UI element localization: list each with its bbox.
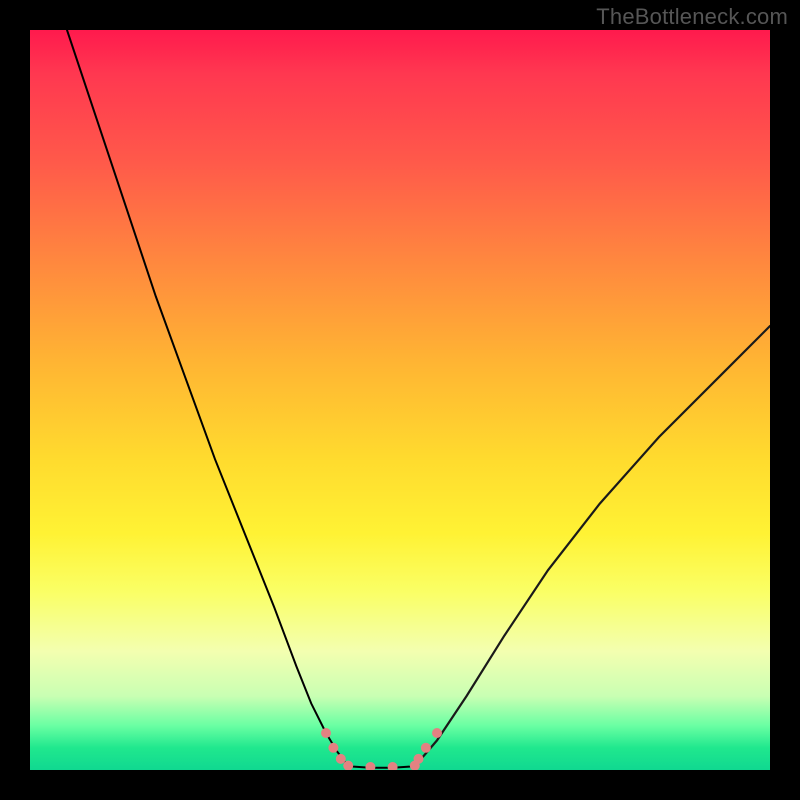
marker-dot [328, 743, 338, 753]
marker-dot [336, 754, 346, 764]
right-curve-path [415, 326, 770, 766]
watermark-text: TheBottleneck.com [596, 4, 788, 30]
left-curve-path [67, 30, 348, 766]
marker-dot [365, 762, 375, 770]
marker-dot [388, 762, 398, 770]
flat-bottom-path [348, 766, 415, 768]
marker-dot [432, 728, 442, 738]
curve-layer [30, 30, 770, 770]
marker-dots-group [321, 728, 442, 770]
marker-dot [414, 754, 424, 764]
chart-frame: TheBottleneck.com [0, 0, 800, 800]
marker-dot [421, 743, 431, 753]
marker-dot [321, 728, 331, 738]
plot-area [30, 30, 770, 770]
